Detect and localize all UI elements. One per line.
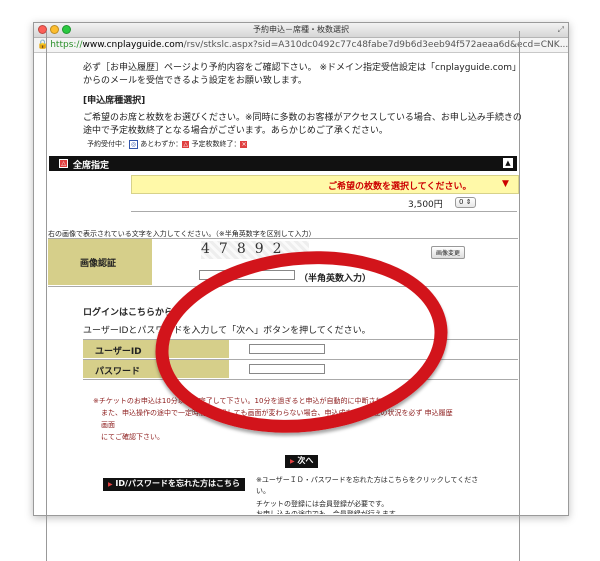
legend-soldout-label: 予定枚数終了： xyxy=(191,140,241,148)
quantity-value: 0 xyxy=(459,198,464,206)
captcha-label: 画像認証 xyxy=(80,259,117,269)
seat-price: 3,500円 xyxy=(408,200,443,210)
forgot-password-label: ID/パスワードを忘れた方はこちら xyxy=(115,479,240,488)
available-icon: ◎ xyxy=(129,140,138,149)
divider xyxy=(131,211,517,212)
play-icon: ▶ xyxy=(290,458,295,465)
next-button[interactable]: ▶ 次へ xyxy=(285,455,319,468)
forgot-note-4: お申し込みの途中でも、会員登録が行えます。 xyxy=(256,510,403,514)
warning-line-4: にてご確認下さい。 xyxy=(101,433,164,441)
warning-line-3: 画面 xyxy=(101,421,115,429)
change-image-button[interactable]: 画像変更 xyxy=(431,246,466,259)
play-icon: ▶ xyxy=(108,481,113,488)
next-button-label: 次へ xyxy=(297,456,314,465)
quantity-prompt-box: ご希望の枚数を選択してください。 ▼ xyxy=(131,175,519,194)
forgot-note-2: い。 xyxy=(256,487,270,495)
arrow-down-icon: ▼ xyxy=(502,179,509,189)
seat-type-label: 全席指定 xyxy=(73,161,110,171)
login-heading: ログインはこちらから] xyxy=(83,308,178,318)
legend-few-label: あとわずか： xyxy=(140,140,183,148)
fullscreen-icon[interactable]: ⤢ xyxy=(558,23,564,37)
forgot-note-1: ※ユーザーＩＤ・パスワードを忘れた方はこちらをクリックしてくださ xyxy=(256,476,479,484)
legend-available-label: 予約受付中： xyxy=(87,140,129,148)
seat-section-desc-1: ご希望のお席と枚数をお選びください。※同時に多数のお客様がアクセスしている場合、… xyxy=(83,113,522,123)
captcha-label-cell: 画像認証 xyxy=(48,239,152,285)
notice-line-2: からのメールを受信できるよう設定をお願い致します。 xyxy=(83,76,307,86)
seat-section-desc-2: 途中で予定枚数終了となる場合がございます。あらかじめご了承ください。 xyxy=(83,126,388,136)
user-id-label: ユーザーID xyxy=(95,347,142,357)
password-label: パスワード xyxy=(95,367,141,377)
few-left-icon: △ xyxy=(182,141,190,148)
quantity-prompt: ご希望の枚数を選択してください。 xyxy=(328,182,472,192)
forgot-password-button[interactable]: ▶ ID/パスワードを忘れた方はこちら xyxy=(103,478,245,491)
quantity-select[interactable]: 0 ⇕ xyxy=(455,197,476,208)
seat-type-bar[interactable]: △ 全席指定 ▲ xyxy=(49,156,517,171)
seat-legend: 予約受付中： ◎ あとわずか：△ 予定枚数終了：× xyxy=(87,139,248,149)
notice-line-1: 必ず［お申込履歴］ページより予約内容をご確認下さい。 ※ドメイン指定受信設定は「… xyxy=(83,63,522,73)
seat-section-heading: [申込席種選択] xyxy=(83,96,146,106)
collapse-icon[interactable]: ▲ xyxy=(503,158,513,168)
seat-status-icon: △ xyxy=(59,159,68,168)
sold-out-icon: × xyxy=(240,141,248,148)
forgot-note-3: チケットの登録には会員登録が必要です。 xyxy=(256,500,389,508)
